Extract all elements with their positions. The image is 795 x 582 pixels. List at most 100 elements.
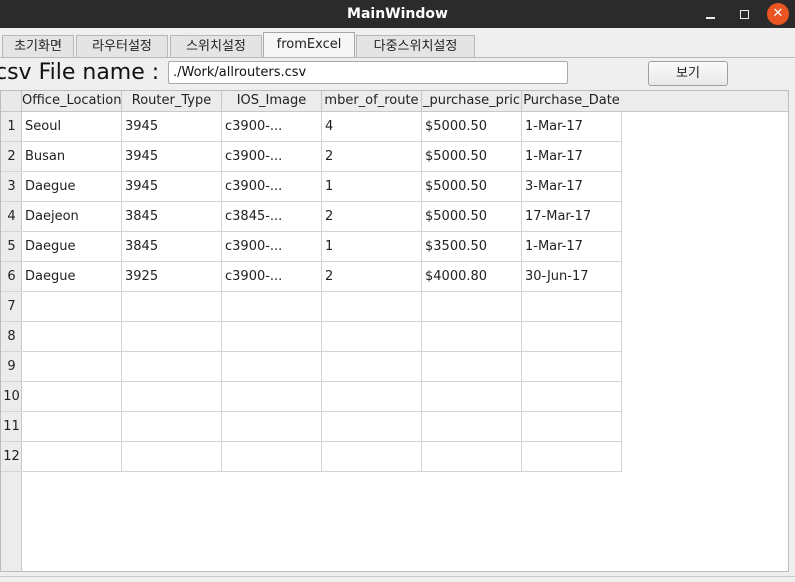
table-cell[interactable] [422,442,522,472]
table-cell[interactable] [22,322,122,352]
table-cell[interactable] [222,412,322,442]
csv-filename-input[interactable]: ./Work/allrouters.csv [168,61,568,84]
minimize-button[interactable] [699,3,721,25]
table-cell[interactable] [222,352,322,382]
row-header[interactable]: 3 [1,172,22,202]
table-cell[interactable]: 2 [322,202,422,232]
column-header[interactable]: Router_Type [122,91,222,112]
table-cell[interactable] [22,412,122,442]
table-cell[interactable]: Daejeon [22,202,122,232]
table-cell[interactable]: 1-Mar-17 [522,232,622,262]
table-cell[interactable] [322,442,422,472]
table-cell[interactable]: 1 [322,232,422,262]
table-cell[interactable] [222,292,322,322]
row-header[interactable]: 8 [1,322,22,352]
data-table[interactable]: Office_Location Router_Type IOS_Image mber_… [0,90,789,572]
table-cell[interactable]: c3900-... [222,142,322,172]
table-cell[interactable]: 1 [322,172,422,202]
table-cell[interactable]: $5000.50 [422,172,522,202]
table-cell[interactable]: c3900-... [222,262,322,292]
table-cell[interactable] [422,322,522,352]
table-cell[interactable]: 2 [322,262,422,292]
table-cell[interactable] [322,322,422,352]
table-cell[interactable] [122,412,222,442]
table-cell[interactable] [122,382,222,412]
table-cell[interactable]: 3945 [122,112,222,142]
table-cell[interactable] [22,382,122,412]
tab-multi-switch-settings[interactable]: 다중스위치설정 [356,35,475,57]
table-cell[interactable] [22,442,122,472]
row-header[interactable]: 6 [1,262,22,292]
table-cell[interactable] [122,322,222,352]
tab-from-excel[interactable]: fromExcel [263,32,355,58]
row-header[interactable]: 2 [1,142,22,172]
column-header[interactable]: IOS_Image [222,91,322,112]
table-cell[interactable]: 3-Mar-17 [522,172,622,202]
table-corner-button[interactable] [1,91,22,112]
row-header[interactable]: 12 [1,442,22,472]
table-cell[interactable]: c3900-... [222,232,322,262]
table-cell[interactable] [322,292,422,322]
column-header[interactable]: Office_Location [22,91,122,112]
table-cell[interactable] [522,382,622,412]
table-cell[interactable]: c3900-... [222,172,322,202]
table-cell[interactable]: 3845 [122,232,222,262]
table-cell[interactable] [522,412,622,442]
table-cell[interactable] [422,292,522,322]
row-header[interactable]: 9 [1,352,22,382]
table-cell[interactable] [322,352,422,382]
table-cell[interactable] [422,412,522,442]
table-cell[interactable] [322,382,422,412]
table-cell[interactable]: 30-Jun-17 [522,262,622,292]
table-cell[interactable]: $5000.50 [422,142,522,172]
column-header[interactable]: mber_of_route [322,91,422,112]
table-cell[interactable] [22,352,122,382]
table-cell[interactable]: 1-Mar-17 [522,112,622,142]
table-cell[interactable]: Daegue [22,172,122,202]
maximize-button[interactable] [733,3,755,25]
table-cell[interactable]: 3925 [122,262,222,292]
table-cell[interactable]: 3945 [122,142,222,172]
table-cell[interactable]: 4 [322,112,422,142]
tab-initial-screen[interactable]: 초기화면 [2,35,74,57]
table-cell[interactable]: $5000.50 [422,112,522,142]
table-cell[interactable] [22,292,122,322]
table-cell[interactable] [422,352,522,382]
column-header[interactable]: _purchase_pric [422,91,522,112]
table-cell[interactable]: c3845-... [222,202,322,232]
table-cell[interactable]: $5000.50 [422,202,522,232]
table-cell[interactable] [522,442,622,472]
table-cell[interactable] [222,442,322,472]
table-cell[interactable] [522,322,622,352]
table-cell[interactable]: $3500.50 [422,232,522,262]
table-cell[interactable]: 3945 [122,172,222,202]
row-header[interactable]: 11 [1,412,22,442]
table-cell[interactable]: Busan [22,142,122,172]
table-cell[interactable]: 1-Mar-17 [522,142,622,172]
table-cell[interactable]: Seoul [22,112,122,142]
column-header[interactable]: Purchase_Date [522,91,622,112]
table-cell[interactable] [122,442,222,472]
table-cell[interactable]: 2 [322,142,422,172]
table-cell[interactable]: $4000.80 [422,262,522,292]
table-cell[interactable]: 17-Mar-17 [522,202,622,232]
tab-router-settings[interactable]: 라우터설정 [76,35,168,57]
table-cell[interactable] [222,322,322,352]
table-cell[interactable] [122,352,222,382]
row-header[interactable]: 4 [1,202,22,232]
row-header[interactable]: 10 [1,382,22,412]
close-button[interactable]: ✕ [767,3,789,25]
table-cell[interactable] [322,412,422,442]
view-button[interactable]: 보기 [648,61,728,86]
row-header[interactable]: 7 [1,292,22,322]
table-cell[interactable]: c3900-... [222,112,322,142]
table-cell[interactable]: 3845 [122,202,222,232]
table-cell[interactable] [522,352,622,382]
table-cell[interactable] [122,292,222,322]
table-cell[interactable] [422,382,522,412]
tab-switch-settings[interactable]: 스위치설정 [170,35,262,57]
table-cell[interactable] [222,382,322,412]
row-header[interactable]: 1 [1,112,22,142]
table-cell[interactable]: Daegue [22,262,122,292]
row-header[interactable]: 5 [1,232,22,262]
